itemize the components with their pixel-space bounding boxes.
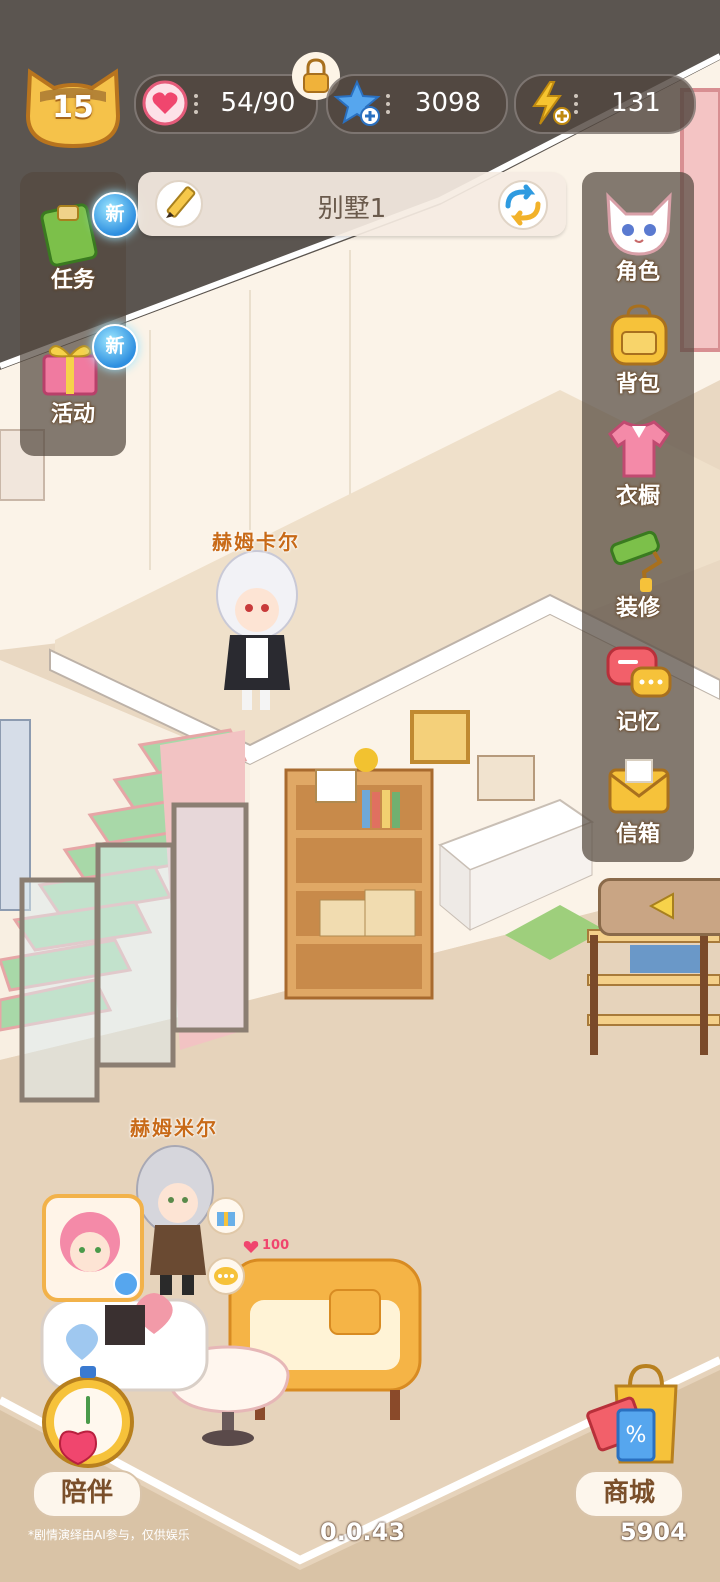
version-label: 0.0.43	[320, 1518, 406, 1546]
menu-activity[interactable]: 新 活动	[28, 322, 138, 442]
menu-wardrobe-label: 衣橱	[615, 484, 660, 509]
left-menu-panel: 新 任务 新 活动	[20, 172, 138, 456]
menu-decorate[interactable]: 装修	[586, 524, 690, 624]
triangle-left-icon	[648, 892, 674, 920]
fox-character-icon	[606, 192, 672, 256]
character-name-upper: 赫姆卡尔	[212, 530, 300, 554]
backpack-icon	[610, 304, 668, 366]
shopping-bag-icon[interactable]: %	[572, 1356, 692, 1472]
menu-task[interactable]: 新 任务	[28, 186, 138, 306]
blue-star-plus-icon	[333, 79, 381, 126]
menu-character-label: 角色	[615, 260, 660, 285]
level-number: 15	[52, 90, 94, 125]
menu-backpack-label: 背包	[615, 372, 660, 397]
companion-avatar-card[interactable]	[38, 1192, 148, 1310]
stars-value: 3098	[414, 88, 482, 118]
room-name-bar: 别墅1	[138, 172, 566, 236]
energy-value: 131	[611, 88, 661, 118]
new-badge: 新	[92, 192, 138, 238]
menu-decorate-label: 装修	[615, 596, 660, 621]
chat-bubble-icon[interactable]	[206, 1256, 246, 1296]
switch-room-icon[interactable]	[496, 178, 550, 232]
game-scene: 15 54/90 3098 131 新 任务 新 活动 别墅1 角色 背包 衣橱…	[0, 0, 720, 1582]
shirt-icon	[608, 420, 670, 478]
collapse-panel-button[interactable]	[598, 878, 720, 936]
menu-memory-label: 记忆	[615, 710, 660, 735]
small-heart-icon	[243, 1241, 259, 1253]
menu-wardrobe[interactable]: 衣橱	[586, 412, 690, 512]
new-badge: 新	[92, 324, 138, 370]
companion-button[interactable]: 陪伴	[32, 1470, 142, 1518]
stopwatch-icon[interactable]	[30, 1360, 146, 1470]
lightning-plus-icon	[532, 81, 571, 125]
level-badge[interactable]: 15	[22, 66, 124, 150]
character-name-lower: 赫姆米尔	[130, 1116, 218, 1140]
menu-task-label: 任务	[50, 268, 95, 293]
menu-mailbox-label: 信箱	[615, 822, 660, 847]
menu-activity-label: 活动	[50, 402, 95, 427]
shop-button[interactable]: 商城	[574, 1470, 684, 1518]
energy-counter[interactable]: 131	[514, 74, 696, 134]
menu-character[interactable]: 角色	[586, 188, 690, 288]
separator-dots	[386, 94, 390, 114]
heart-icon	[142, 80, 188, 126]
envelope-icon	[608, 759, 670, 814]
affection-value: 100	[262, 1238, 290, 1253]
separator-dots	[194, 94, 198, 114]
menu-backpack[interactable]: 背包	[586, 300, 690, 400]
separator-dots	[574, 94, 578, 114]
menu-memory[interactable]: 记忆	[586, 638, 690, 738]
right-menu-panel: 角色 背包 衣橱 装修 记忆 信箱	[582, 172, 694, 862]
disclaimer-text: *剧情演绎由AI参与，仅供娱乐	[28, 1528, 190, 1542]
paint-roller-icon	[610, 530, 663, 592]
counter-value: 5904	[620, 1518, 687, 1546]
svg-text:%: %	[626, 1423, 647, 1448]
chat-bubbles-icon	[606, 646, 672, 698]
menu-mailbox[interactable]: 信箱	[586, 750, 690, 850]
gift-bubble-icon[interactable]	[206, 1196, 246, 1236]
stars-counter[interactable]: 3098	[326, 74, 508, 134]
